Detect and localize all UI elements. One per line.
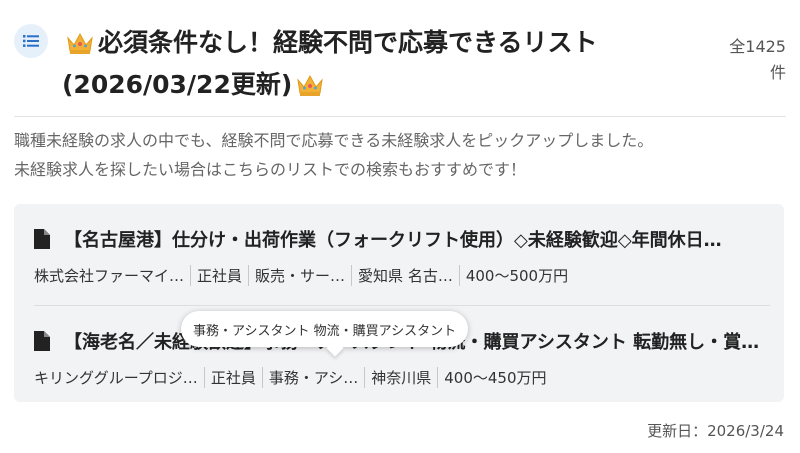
crown-icon: [297, 74, 324, 96]
company-name: キリンググループロジ…: [34, 368, 198, 387]
job-count: 全1425件: [729, 37, 786, 82]
description-line-1: 職種未経験の求人の中でも、経験不問で応募できる未経験求人をピックアップしました。: [14, 131, 654, 150]
job-meta: キリンググループロジ… 正社員 事務・アシ… 神奈川県 400～450万円: [34, 364, 770, 390]
list-header: 必須条件なし！経験不問で応募できるリスト(2026/03/22更新) 全1425…: [14, 18, 786, 104]
job-item[interactable]: 【名古屋港】仕分け・出荷作業（フォークリフト使用）◇未経験歓迎◇年間休日… 株式…: [34, 224, 770, 288]
document-icon: [34, 229, 50, 249]
crown-icon: [67, 32, 93, 54]
page-title: 必須条件なし！経験不問で応募できるリスト(2026/03/22更新): [62, 22, 716, 106]
job-salary: 400～450万円: [437, 366, 552, 388]
job-salary: 400～500万円: [458, 264, 574, 286]
job-category[interactable]: 事務・アシ…: [261, 366, 364, 388]
job-title-text: 【名古屋港】仕分け・出荷作業（フォークリフト使用）◇未経験歓迎◇年間休日…: [64, 230, 722, 251]
title-text: 必須条件なし！経験不問で応募できるリスト(2026/03/22更新): [62, 28, 598, 99]
job-title-link[interactable]: 【名古屋港】仕分け・出荷作業（フォークリフト使用）◇未経験歓迎◇年間休日…: [34, 224, 770, 254]
document-icon: [34, 331, 50, 351]
header-divider: [14, 116, 786, 117]
job-category: 販売・サー…: [248, 264, 351, 286]
description-line-2: 未経験求人を探したい場合はこちらのリストでの検索もおすすめです！: [14, 160, 527, 179]
company-name: 株式会社ファーマイ…: [34, 266, 185, 285]
employment-type: 正社員: [203, 366, 262, 388]
row-divider: [34, 305, 770, 306]
list-description: 職種未経験の求人の中でも、経験不問で応募できる未経験求人をピックアップしました。…: [14, 126, 786, 184]
job-location: 愛知県 名古…: [351, 264, 459, 286]
job-meta: 株式会社ファーマイ… 正社員 販売・サー… 愛知県 名古… 400～500万円: [34, 262, 770, 288]
updated-date: 更新日：2026/3/24: [647, 422, 784, 440]
category-tooltip: 事務・アシスタント 物流・購買アシスタント: [181, 311, 469, 347]
employment-type: 正社員: [190, 264, 248, 286]
job-list-card: 【名古屋港】仕分け・出荷作業（フォークリフト使用）◇未経験歓迎◇年間休日… 株式…: [14, 204, 784, 402]
job-location: 神奈川県: [364, 366, 437, 388]
list-icon: [14, 24, 48, 58]
